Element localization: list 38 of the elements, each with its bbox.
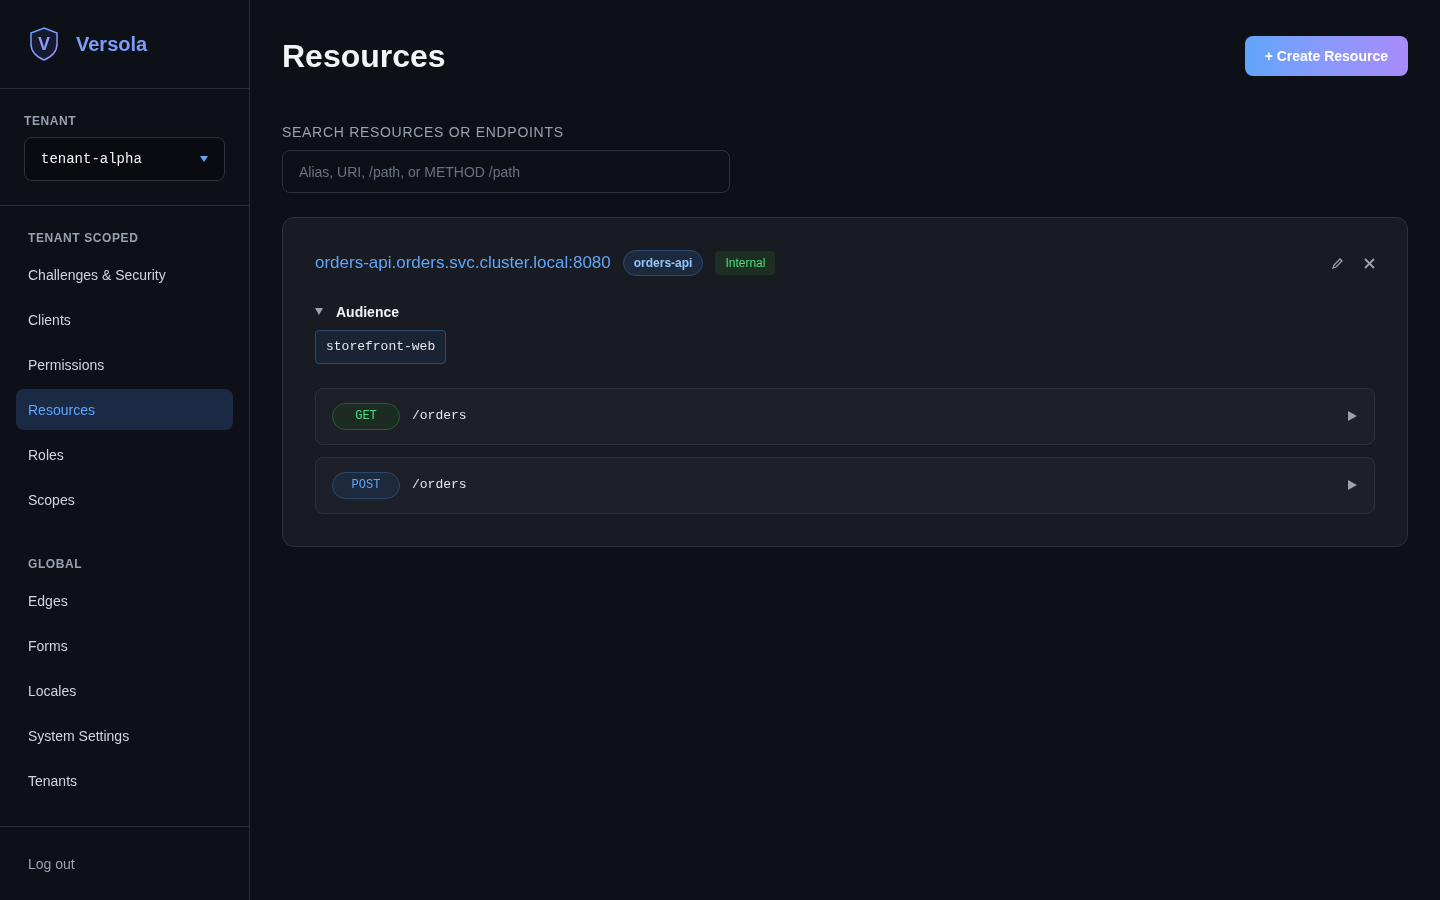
sidebar-item[interactable]: Edges: [16, 580, 233, 621]
method-badge: POST: [332, 471, 400, 499]
sidebar-item[interactable]: System Settings: [16, 715, 233, 756]
sidebar-item[interactable]: Clients: [16, 299, 233, 340]
audience-tag: storefront-web: [315, 330, 447, 364]
shield-logo-icon: V: [28, 26, 60, 62]
tenant-dropdown[interactable]: tenant-alpha: [24, 137, 225, 181]
expand-toggle-icon[interactable]: [315, 307, 324, 317]
nav-section-title: TENANT SCOPED: [27, 230, 140, 246]
sidebar-item[interactable]: Scopes: [16, 479, 233, 520]
dropdown-caret-icon: [200, 156, 208, 162]
edit-icon[interactable]: [1331, 256, 1344, 270]
brand-name: Versola: [76, 32, 148, 57]
audience-title: Audience: [336, 303, 399, 322]
search-label: SEARCH RESOURCES OR ENDPOINTS: [282, 123, 565, 142]
method-badge: GET: [332, 402, 400, 430]
expand-arrow-icon[interactable]: [1348, 480, 1358, 490]
alias-badge: orders-api: [622, 250, 704, 276]
sidebar-item[interactable]: Roles: [16, 434, 233, 475]
tenant-label: TENANT: [24, 113, 78, 129]
resource-uri[interactable]: orders-api.orders.svc.cluster.local:8080: [315, 250, 611, 276]
sidebar-item[interactable]: Tenants: [16, 760, 233, 801]
logout-link[interactable]: Log out: [28, 853, 75, 874]
endpoint-path: /orders: [412, 407, 467, 426]
sidebar-item[interactable]: Permissions: [16, 344, 233, 385]
sidebar-item[interactable]: Challenges & Security: [16, 254, 233, 295]
close-icon[interactable]: [1364, 257, 1375, 269]
visibility-badge: Internal: [715, 251, 776, 275]
endpoint-path: /orders: [412, 476, 467, 495]
sidebar-item[interactable]: Resources: [16, 389, 233, 430]
expand-arrow-icon[interactable]: [1348, 411, 1358, 421]
page-title: Resources: [282, 37, 446, 76]
sidebar-item[interactable]: Forms: [16, 625, 233, 666]
nav-section-title: GLOBAL: [27, 556, 84, 572]
search-field[interactable]: Alias, URI, /path, or METHOD /path: [282, 150, 730, 193]
endpoint-row[interactable]: GET /orders: [315, 387, 1375, 445]
endpoint-row[interactable]: POST /orders: [315, 456, 1375, 514]
sidebar-item[interactable]: Locales: [16, 670, 233, 711]
